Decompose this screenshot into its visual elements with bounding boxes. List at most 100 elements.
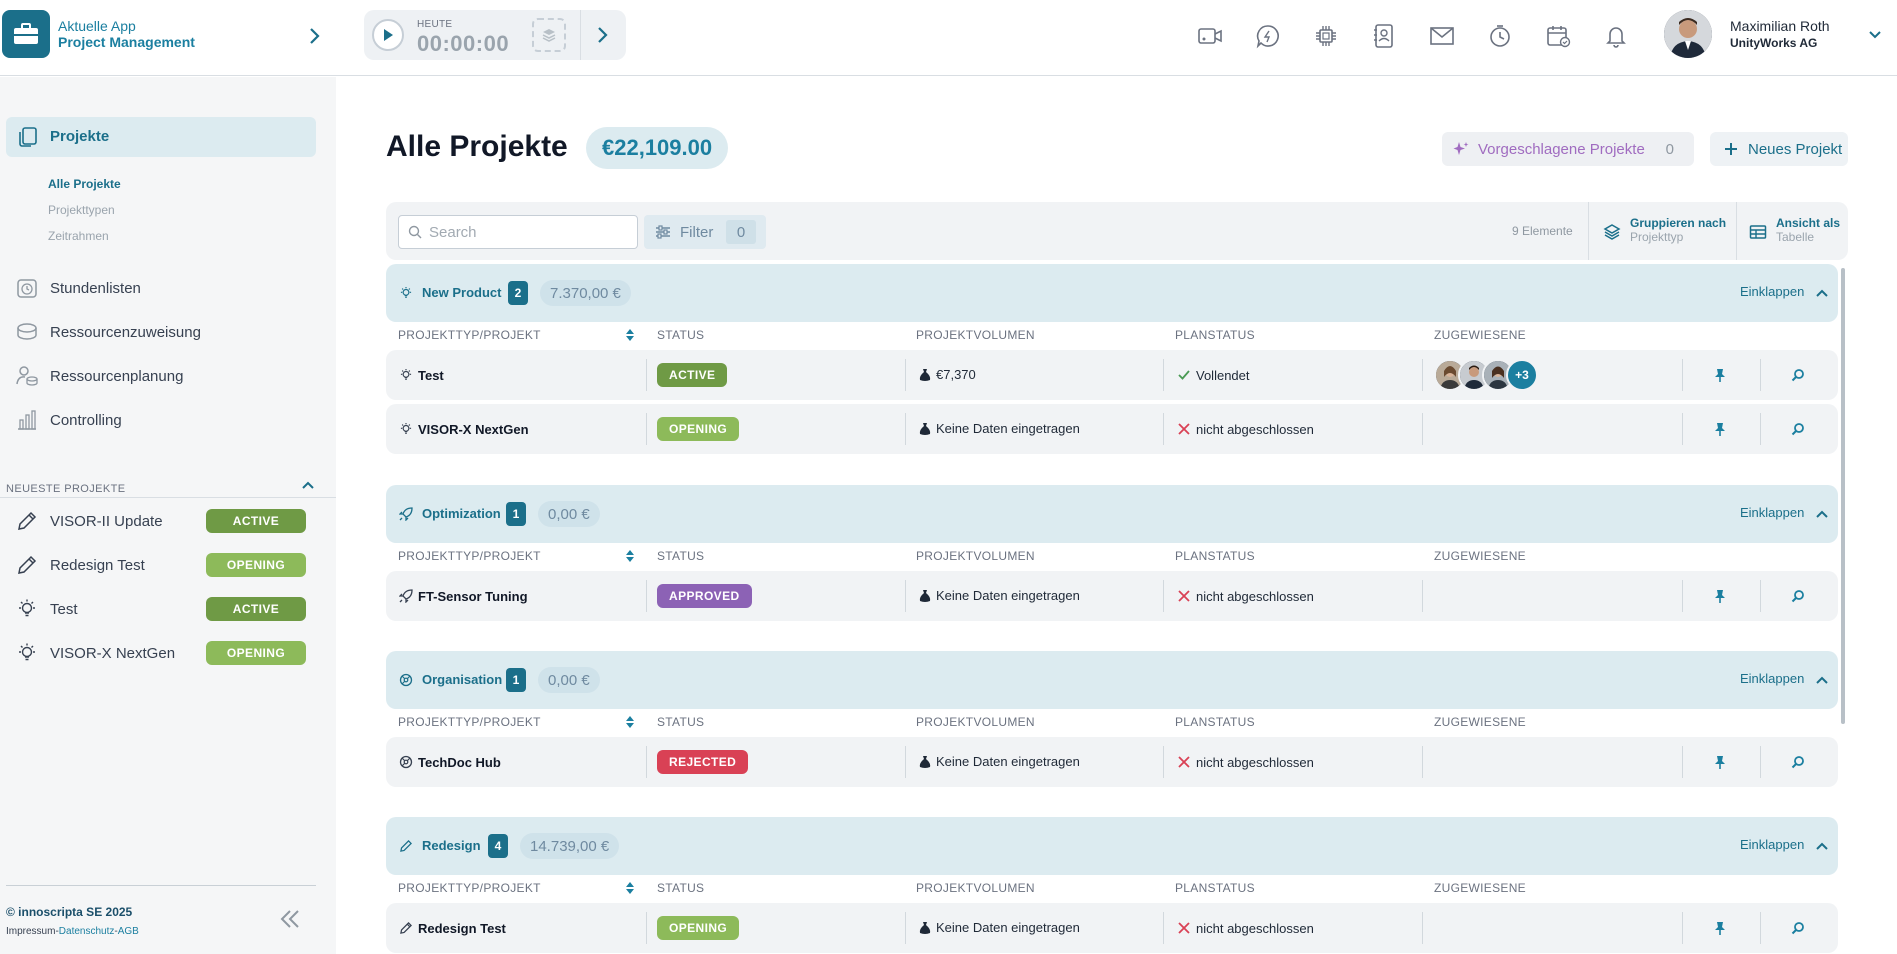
col-projekt[interactable]: PROJEKTTYP/PROJEKT (398, 881, 541, 895)
user-name[interactable]: Maximilian Roth (1730, 18, 1830, 34)
chevron-right-icon[interactable] (590, 23, 614, 47)
search-icon[interactable] (1790, 421, 1806, 437)
table-row[interactable]: TechDoc Hub REJECTED Keine Daten eingetr… (386, 737, 1838, 787)
table-row[interactable]: Test ACTIVE €7,370 Vollendet +3 (386, 350, 1838, 400)
suggested-projects-button[interactable]: Vorgeschlagene Projekte 0 (1442, 132, 1694, 166)
pin-icon[interactable] (1712, 920, 1728, 936)
table-row[interactable]: FT-Sensor Tuning APPROVED Keine Daten ei… (386, 571, 1838, 621)
table-row[interactable]: VISOR-X NextGen OPENING Keine Daten eing… (386, 404, 1838, 454)
subnav-zeitrahmen[interactable]: Zeitrahmen (48, 229, 109, 243)
sort-icon[interactable] (624, 549, 636, 563)
sidebar-item-controlling[interactable]: Controlling (14, 405, 314, 435)
contacts-icon[interactable] (1366, 18, 1402, 54)
collapse-button[interactable]: Einklappen (1740, 505, 1804, 520)
chevron-up-icon[interactable] (1814, 506, 1830, 522)
mail-icon[interactable] (1424, 18, 1460, 54)
assignee-avatars[interactable]: +3 (1434, 359, 1538, 391)
datenschutz-link[interactable]: Datenschutz (59, 926, 115, 937)
col-planstatus[interactable]: PLANSTATUS (1175, 328, 1255, 342)
chevron-up-icon[interactable] (1814, 285, 1830, 301)
sort-icon[interactable] (624, 881, 636, 895)
col-planstatus[interactable]: PLANSTATUS (1175, 549, 1255, 563)
recent-project-item[interactable]: Redesign Test OPENING (14, 551, 314, 579)
pin-icon[interactable] (1712, 754, 1728, 770)
search-icon[interactable] (1790, 754, 1806, 770)
col-volumen[interactable]: PROJEKTVOLUMEN (916, 881, 1035, 895)
sort-icon[interactable] (624, 328, 636, 342)
col-status[interactable]: STATUS (657, 881, 704, 895)
money-bag-icon (918, 755, 932, 769)
recent-project-item[interactable]: Test ACTIVE (14, 595, 314, 623)
calendar-icon[interactable] (1540, 18, 1576, 54)
search-icon[interactable] (1790, 920, 1806, 936)
bell-icon[interactable] (1598, 18, 1634, 54)
col-zugewiesene[interactable]: ZUGEWIESENE (1434, 881, 1526, 895)
col-status[interactable]: STATUS (657, 715, 704, 729)
chevron-up-icon[interactable] (300, 477, 316, 493)
chevron-down-icon[interactable] (1866, 26, 1884, 44)
filter-button[interactable]: Filter 0 (644, 215, 766, 249)
play-icon[interactable] (372, 19, 404, 51)
group-by-button[interactable]: Gruppieren nach Projekttyp (1602, 216, 1726, 244)
project-name[interactable]: VISOR-X NextGen (418, 422, 529, 437)
chip-icon[interactable] (1308, 18, 1344, 54)
search-icon[interactable] (1790, 588, 1806, 604)
col-volumen[interactable]: PROJEKTVOLUMEN (916, 549, 1035, 563)
collapse-button[interactable]: Einklappen (1740, 284, 1804, 299)
search-input[interactable] (429, 223, 629, 241)
project-name[interactable]: Redesign Test (418, 921, 506, 936)
pin-icon[interactable] (1712, 367, 1728, 383)
col-planstatus[interactable]: PLANSTATUS (1175, 715, 1255, 729)
project-name[interactable]: Test (418, 368, 444, 383)
collapse-button[interactable]: Einklappen (1740, 671, 1804, 686)
chat-icon[interactable] (1250, 18, 1286, 54)
clock-icon[interactable] (1482, 18, 1518, 54)
col-projekt[interactable]: PROJEKTTYP/PROJEKT (398, 715, 541, 729)
scrollbar[interactable] (1841, 268, 1845, 724)
col-status[interactable]: STATUS (657, 549, 704, 563)
video-icon[interactable] (1192, 18, 1228, 54)
col-projekt[interactable]: PROJEKTTYP/PROJEKT (398, 549, 541, 563)
table-row[interactable]: Redesign Test OPENING Keine Daten einget… (386, 903, 1838, 953)
col-zugewiesene[interactable]: ZUGEWIESENE (1434, 715, 1526, 729)
layers-icon[interactable] (532, 18, 566, 52)
new-project-button[interactable]: Neues Projekt (1710, 132, 1848, 166)
cell-divider (905, 580, 906, 612)
pin-icon[interactable] (1712, 421, 1728, 437)
subnav-alle-projekte[interactable]: Alle Projekte (48, 177, 121, 191)
sidebar-item-ressourcenplanung[interactable]: Ressourcenplanung (14, 361, 314, 391)
user-coins-icon (14, 363, 40, 389)
col-zugewiesene[interactable]: ZUGEWIESENE (1434, 328, 1526, 342)
recent-project-item[interactable]: VISOR-II Update ACTIVE (14, 507, 314, 535)
project-name[interactable]: TechDoc Hub (418, 755, 501, 770)
project-name[interactable]: FT-Sensor Tuning (418, 589, 528, 604)
subnav-projekttypen[interactable]: Projekttypen (48, 203, 115, 217)
collapse-button[interactable]: Einklappen (1740, 837, 1804, 852)
double-chevron-left-icon[interactable] (276, 905, 304, 933)
chevron-up-icon[interactable] (1814, 672, 1830, 688)
chevron-right-icon[interactable] (304, 24, 324, 48)
sidebar-item-ressourcenzuweisung[interactable]: Ressourcenzuweisung (14, 317, 314, 347)
agb-link[interactable]: AGB (118, 926, 139, 937)
rocket-icon (398, 588, 414, 604)
chevron-up-icon[interactable] (1814, 838, 1830, 854)
col-status[interactable]: STATUS (657, 328, 704, 342)
search-icon[interactable] (1790, 367, 1806, 383)
briefcase-icon[interactable] (2, 10, 50, 58)
col-projekt[interactable]: PROJEKTTYP/PROJEKT (398, 328, 541, 342)
impressum-link[interactable]: Impressum (6, 926, 55, 937)
sidebar-item-projekte[interactable]: Projekte (6, 117, 316, 157)
col-planstatus[interactable]: PLANSTATUS (1175, 881, 1255, 895)
app-switcher[interactable]: Aktuelle App Project Management (58, 18, 195, 50)
col-volumen[interactable]: PROJEKTVOLUMEN (916, 715, 1035, 729)
sidebar-item-stundenlisten[interactable]: Stundenlisten (14, 273, 314, 303)
col-volumen[interactable]: PROJEKTVOLUMEN (916, 328, 1035, 342)
search-field[interactable] (398, 215, 638, 249)
pin-icon[interactable] (1712, 588, 1728, 604)
view-as-button[interactable]: Ansicht als Tabelle (1748, 216, 1840, 244)
sort-icon[interactable] (624, 715, 636, 729)
user-avatar[interactable] (1664, 10, 1712, 58)
recent-project-item[interactable]: VISOR-X NextGen OPENING (14, 639, 314, 667)
more-assignees-badge[interactable]: +3 (1506, 359, 1538, 391)
col-zugewiesene[interactable]: ZUGEWIESENE (1434, 549, 1526, 563)
